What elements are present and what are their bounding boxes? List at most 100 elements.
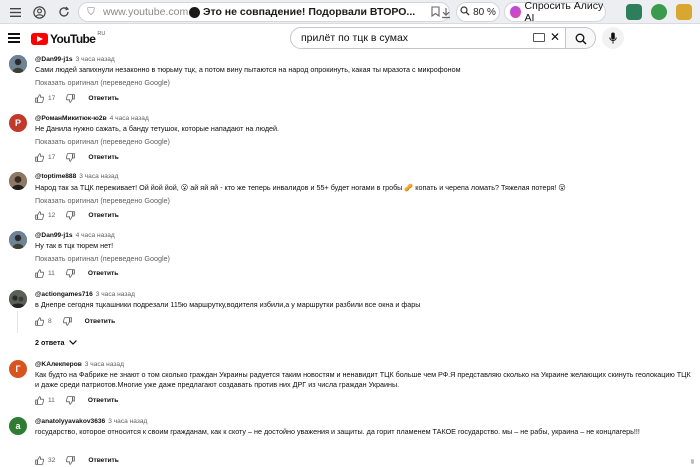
guide-menu-icon[interactable] <box>8 33 20 43</box>
comment: @Dan99-j1s 4 часа назад Ну так в тцк тюре… <box>0 231 700 283</box>
comment-text: Не Данила нужно сажать, а банду тетушок,… <box>35 124 280 133</box>
avatar[interactable] <box>9 55 27 73</box>
like-icon[interactable] <box>35 316 44 326</box>
microphone-icon <box>609 32 617 44</box>
reply-button[interactable]: Ответить <box>88 212 118 219</box>
dislike-icon[interactable] <box>66 152 76 162</box>
download-icon[interactable] <box>441 6 451 24</box>
comment-actions: 17 Ответить <box>35 93 119 103</box>
region-code: RU <box>97 31 106 37</box>
like-icon[interactable] <box>35 268 44 278</box>
comment-time[interactable]: 3 часа назад <box>79 173 118 180</box>
menu-icon[interactable] <box>6 3 24 21</box>
comment-time[interactable]: 3 часа назад <box>85 361 124 368</box>
alice-label: Спросить Алису AI <box>524 0 604 24</box>
comment-author[interactable]: @anatolyyavakov3636 3 часа назад <box>35 418 147 425</box>
profile-icon[interactable] <box>30 3 48 21</box>
like-count: 17 <box>48 153 56 161</box>
comment: @Dan99-j1s 3 часа назад Сами людей запихн… <box>0 55 700 107</box>
dislike-icon[interactable] <box>66 210 76 220</box>
comment-text-line-2: и даже среди патриотов.Многие уже даже п… <box>35 380 400 389</box>
dislike-icon[interactable] <box>66 455 76 465</box>
like-icon[interactable] <box>35 152 44 162</box>
author-name[interactable]: @Dan99-j1s <box>35 232 73 239</box>
avatar[interactable] <box>9 231 27 249</box>
reply-button[interactable]: Ответить <box>88 154 118 161</box>
show-replies-button[interactable]: 2 ответа <box>35 338 78 347</box>
comment-author[interactable]: @KAлекперов 3 часа назад <box>35 361 124 368</box>
comment-author[interactable]: @toptime888 3 часа назад <box>35 173 118 180</box>
avatar[interactable]: Г <box>9 360 27 378</box>
like-count: 17 <box>48 94 56 102</box>
comment-author[interactable]: @Dan99-j1s 4 часа назад <box>35 232 115 239</box>
author-name[interactable]: @toptime888 <box>35 173 76 180</box>
clear-icon[interactable]: ✕ <box>550 30 560 44</box>
avatar[interactable] <box>9 290 27 308</box>
reply-button[interactable]: Ответить <box>88 95 118 102</box>
reply-button[interactable]: Ответить <box>88 270 118 277</box>
scrollbar-thumb[interactable] <box>691 459 694 464</box>
extension-icon[interactable] <box>676 4 692 20</box>
dislike-icon[interactable] <box>65 268 75 278</box>
reply-button[interactable]: Ответить <box>88 457 118 464</box>
comment-time[interactable]: 3 часа назад <box>96 291 135 298</box>
comment-actions: 11 Ответить <box>35 395 118 405</box>
like-icon[interactable] <box>35 455 44 465</box>
comment-author[interactable]: @РоманМикитюк-ю2в 4 часа назад <box>35 115 149 122</box>
like-icon[interactable] <box>35 93 44 103</box>
dislike-icon[interactable] <box>62 316 72 326</box>
tab-title: Это не совпадение! Подорвали ВТОРО... <box>203 6 416 18</box>
extension-icon[interactable] <box>651 4 667 20</box>
comment-author[interactable]: @actiongames716 3 часа назад <box>35 291 135 298</box>
replies-count: 2 ответа <box>35 338 65 347</box>
address-bar[interactable]: ⛉ www.youtube.com Это не совпадение! Под… <box>78 2 450 22</box>
reply-button[interactable]: Ответить <box>85 318 115 325</box>
keyboard-icon[interactable] <box>533 33 545 42</box>
search-query: прилёт по тцк в сумах <box>301 32 409 44</box>
comment: @actiongames716 3 часа назад в Днепре сег… <box>0 290 700 350</box>
author-name[interactable]: @РоманМикитюк-ю2в <box>35 115 107 122</box>
bookmark-icon[interactable] <box>431 6 440 20</box>
author-name[interactable]: @anatolyyavakov3636 <box>35 418 105 425</box>
youtube-play-icon <box>31 33 48 45</box>
comment-actions: 32 Ответить <box>35 455 119 465</box>
like-icon[interactable] <box>35 395 44 405</box>
address-url: www.youtube.com <box>103 6 189 18</box>
search-button[interactable] <box>566 27 596 49</box>
reload-icon[interactable] <box>55 3 73 21</box>
alice-button[interactable]: Спросить Алису AI <box>504 0 606 24</box>
reply-button[interactable]: Ответить <box>88 397 118 404</box>
avatar[interactable]: a <box>9 417 27 435</box>
like-icon[interactable] <box>35 210 44 220</box>
comment: a @anatolyyavakov3636 3 часа назад госуда… <box>0 417 700 467</box>
show-original-link[interactable]: Показать оригинал (переведено Google) <box>35 137 170 146</box>
show-original-link[interactable]: Показать оригинал (переведено Google) <box>35 254 170 263</box>
dislike-icon[interactable] <box>65 395 75 405</box>
like-count: 11 <box>48 269 55 277</box>
comment-time[interactable]: 4 часа назад <box>110 115 149 122</box>
comment-time[interactable]: 4 часа назад <box>76 232 115 239</box>
search-input[interactable]: прилёт по тцк в сумах ✕ <box>290 27 566 49</box>
extension-icon[interactable] <box>626 4 642 20</box>
show-original-link[interactable]: Показать оригинал (переведено Google) <box>35 78 170 87</box>
comment: Г @KAлекперов 3 часа назад Как будто на Ф… <box>0 360 700 412</box>
author-name[interactable]: @KAлекперов <box>35 361 82 368</box>
comment-actions: 8 Ответить <box>35 316 115 326</box>
comment-time[interactable]: 3 часа назад <box>76 56 115 63</box>
comment-time[interactable]: 3 часа назад <box>108 418 147 425</box>
youtube-logo[interactable]: YouTube RU <box>31 31 106 46</box>
browser-toolbar: ⛉ www.youtube.com Это не совпадение! Под… <box>0 0 700 24</box>
alice-icon <box>510 6 521 18</box>
author-name[interactable]: @actiongames716 <box>35 291 93 298</box>
comment-actions: 17 Ответить <box>35 152 119 162</box>
zoom-indicator[interactable]: 80 % <box>456 2 500 22</box>
voice-search-button[interactable] <box>602 27 624 49</box>
dislike-icon[interactable] <box>66 93 76 103</box>
avatar[interactable]: Р <box>9 114 27 132</box>
avatar[interactable] <box>9 172 27 190</box>
shield-icon: ⛉ <box>87 6 95 18</box>
comment-text: Народ так за ТЦК переживает! Ой йой йой,… <box>35 183 566 192</box>
author-name[interactable]: @Dan99-j1s <box>35 56 73 63</box>
show-original-link[interactable]: Показать оригинал (переведено Google) <box>35 196 170 205</box>
comment-author[interactable]: @Dan99-j1s 3 часа назад <box>35 56 115 63</box>
